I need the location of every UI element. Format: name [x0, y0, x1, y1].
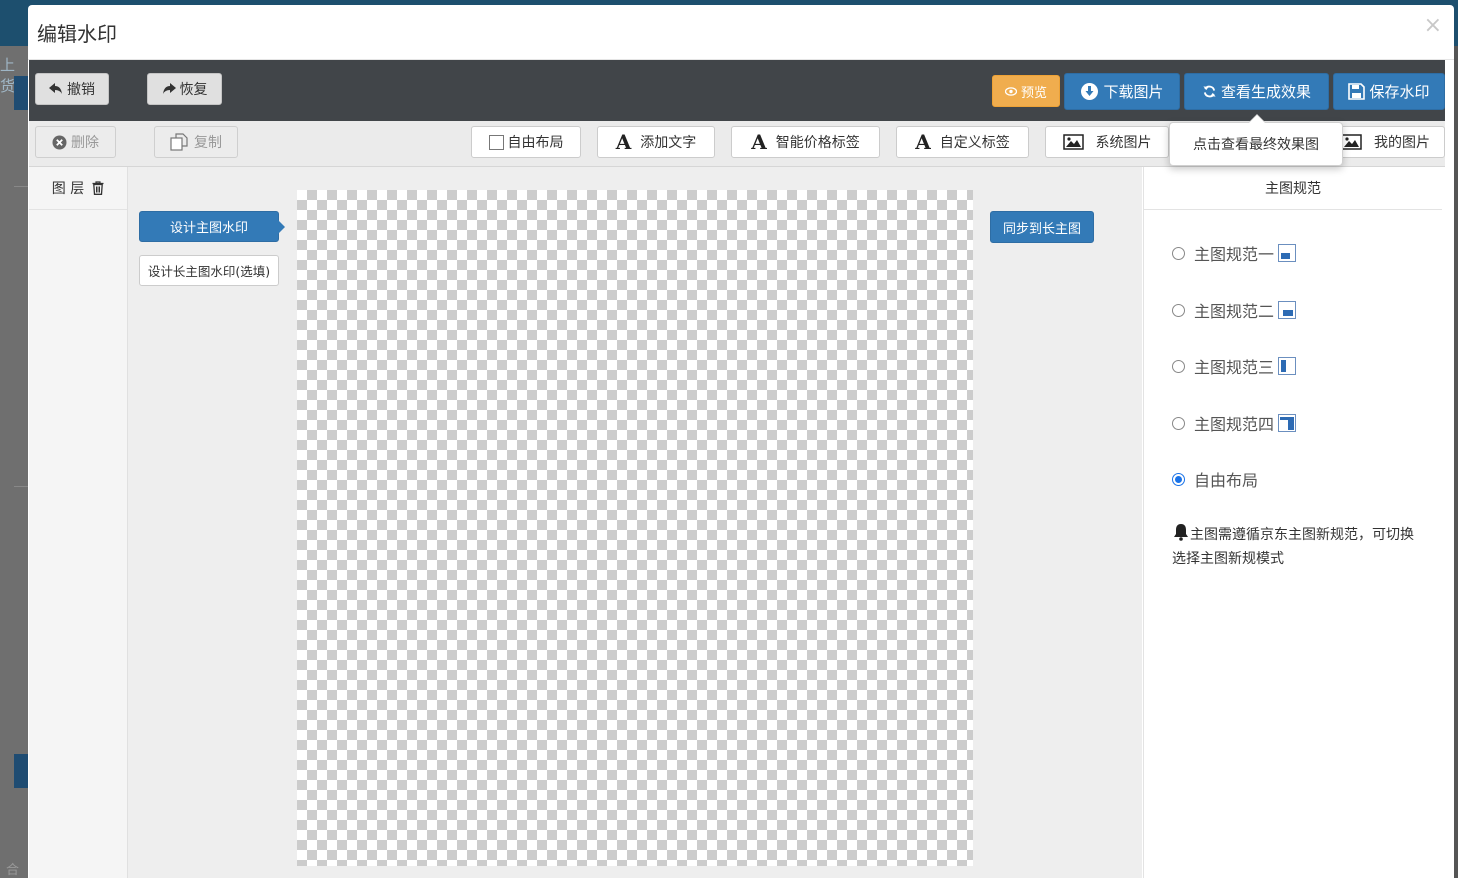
layout-spec-2-icon — [1278, 301, 1297, 319]
free-layout-toggle[interactable]: 自由布局 — [471, 126, 581, 158]
copy-icon — [170, 133, 188, 151]
layout-spec-4-icon — [1278, 414, 1297, 432]
free-layout-checkbox[interactable] — [488, 134, 504, 150]
arrow-right-icon — [162, 83, 176, 94]
background-footer-fragment: 合 — [6, 863, 20, 878]
delete-label: 删除 — [71, 135, 99, 151]
smart-price-label: 智能价格标签 — [775, 135, 860, 151]
spec-option-2-radio[interactable] — [1172, 303, 1185, 317]
trash-icon[interactable] — [92, 181, 104, 195]
system-image-label: 系统图片 — [1095, 135, 1152, 151]
spec-panel: 主图规范 主图规范一 主图规范二 主图规范三 主图规范四 自由布局 主图需遵循京… — [1143, 167, 1442, 878]
save-label: 保存水印 — [1369, 83, 1430, 101]
spec-option-free-layout[interactable]: 自由布局 — [1172, 467, 1258, 491]
times-circle-icon — [52, 135, 67, 149]
background-block — [14, 754, 28, 788]
spec-option-label: 自由布局 — [1194, 471, 1259, 490]
edit-watermark-modal: 编辑水印 × 撤销 恢复 预览 下载图片 查看生成效果 保存水印 删除 复制 自… — [28, 5, 1454, 878]
download-image-button[interactable]: 下载图片 — [1064, 73, 1180, 110]
redo-label: 恢复 — [179, 82, 208, 98]
download-label: 下载图片 — [1103, 83, 1164, 101]
modal-header: 编辑水印 × — [28, 5, 1454, 60]
layer-panel: 图 层 — [29, 167, 128, 878]
spec-notice-text: 主图需遵循京东主图新规范，可切换选择主图新规模式 — [1172, 527, 1414, 567]
modal-title: 编辑水印 — [37, 22, 117, 46]
preview-button[interactable]: 预览 — [992, 75, 1060, 107]
arrow-left-icon — [49, 83, 62, 94]
free-layout-label: 自由布局 — [507, 135, 564, 151]
close-icon[interactable]: × — [1424, 15, 1442, 37]
spec-option-label: 主图规范一 — [1194, 245, 1275, 264]
custom-label-label: 自定义标签 — [939, 135, 1010, 151]
background-divider — [14, 186, 28, 187]
spec-panel-title: 主图规范 — [1144, 167, 1442, 210]
copy-label: 复制 — [194, 135, 222, 151]
spec-option-4[interactable]: 主图规范四 — [1172, 411, 1297, 435]
background-divider — [14, 486, 28, 487]
layout-spec-1-icon — [1278, 244, 1297, 262]
spec-option-1-radio[interactable] — [1172, 246, 1185, 260]
smart-price-tag-button[interactable]: A 智能价格标签 — [731, 126, 880, 158]
spec-option-label: 主图规范三 — [1194, 358, 1275, 377]
tab-design-long-watermark[interactable]: 设计长主图水印(选填) — [139, 255, 279, 286]
spec-option-1[interactable]: 主图规范一 — [1172, 241, 1297, 265]
layout-spec-3-icon — [1278, 357, 1297, 375]
spec-option-3-radio[interactable] — [1172, 359, 1185, 373]
add-text-button[interactable]: A 添加文字 — [597, 126, 715, 158]
redo-button[interactable]: 恢复 — [147, 73, 222, 105]
sync-to-long-image-button[interactable]: 同步到长主图 — [990, 211, 1094, 243]
preview-label: 预览 — [1020, 85, 1047, 101]
letter-a-icon: A — [915, 130, 931, 154]
refresh-icon — [1203, 85, 1216, 98]
view-result-tooltip: 点击查看最终效果图 — [1169, 114, 1343, 166]
layer-panel-title: 图 层 — [51, 181, 85, 197]
spec-option-free-layout-radio[interactable] — [1172, 472, 1185, 486]
tooltip-text: 点击查看最终效果图 — [1193, 137, 1319, 153]
view-result-button[interactable]: 查看生成效果 — [1184, 73, 1329, 110]
custom-label-button[interactable]: A 自定义标签 — [896, 126, 1029, 158]
main-toolbar: 撤销 恢复 预览 下载图片 查看生成效果 保存水印 — [29, 60, 1445, 121]
background-left-strip: 上货 合 — [0, 46, 28, 878]
my-image-label: 我的图片 — [1374, 135, 1430, 151]
floppy-disk-icon — [1348, 83, 1366, 100]
my-image-button[interactable]: 我的图片 — [1325, 126, 1445, 158]
layer-panel-header: 图 层 — [29, 167, 127, 210]
add-text-label: 添加文字 — [640, 135, 697, 151]
tab-design-main-watermark[interactable]: 设计主图水印 — [139, 211, 285, 242]
spec-option-label: 主图规范二 — [1194, 302, 1275, 321]
spec-option-label: 主图规范四 — [1194, 415, 1275, 434]
download-circle-icon — [1081, 83, 1099, 100]
picture-icon — [1062, 134, 1084, 150]
spec-option-4-radio[interactable] — [1172, 416, 1185, 430]
spec-option-2[interactable]: 主图规范二 — [1172, 298, 1297, 322]
spec-notice: 主图需遵循京东主图新规范，可切换选择主图新规模式 — [1172, 523, 1422, 571]
undo-label: 撤销 — [67, 82, 95, 98]
letter-a-icon: A — [751, 130, 767, 154]
watermark-canvas[interactable] — [297, 190, 973, 866]
save-watermark-button[interactable]: 保存水印 — [1333, 73, 1445, 110]
system-image-button[interactable]: 系统图片 — [1045, 126, 1169, 158]
background-block — [14, 76, 28, 110]
delete-button[interactable]: 删除 — [35, 126, 116, 158]
spec-option-3[interactable]: 主图规范三 — [1172, 354, 1297, 378]
design-workspace: 设计主图水印 设计长主图水印(选填) 同步到长主图 — [128, 167, 1142, 878]
view-result-label: 查看生成效果 — [1220, 83, 1311, 101]
picture-icon — [1341, 134, 1362, 150]
letter-a-icon: A — [615, 130, 632, 154]
copy-button[interactable]: 复制 — [154, 126, 238, 158]
undo-button[interactable]: 撤销 — [35, 73, 109, 105]
bell-icon — [1174, 524, 1188, 541]
eye-icon — [1004, 86, 1017, 96]
